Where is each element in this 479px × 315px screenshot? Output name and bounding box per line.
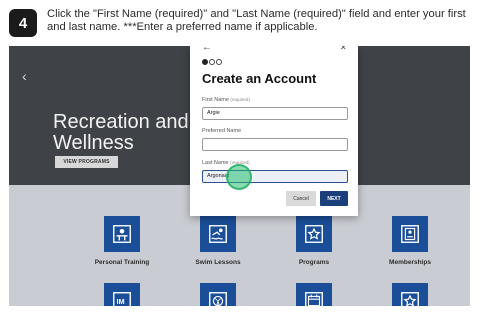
id-card-icon	[401, 225, 419, 243]
step-dot-active	[202, 59, 208, 65]
back-arrow-icon[interactable]: ←	[202, 46, 212, 53]
website-screenshot: ‹ Recreation and Wellness VIEW PROGRAMS …	[9, 46, 470, 306]
tile-label: Personal Training	[94, 259, 150, 266]
calendar-icon	[305, 292, 323, 306]
ball-icon	[209, 292, 227, 306]
svg-text:IM: IM	[117, 297, 125, 306]
last-name-label-text: Last Name	[202, 160, 229, 166]
click-highlight-marker	[226, 164, 252, 190]
hero-title: Recreation and Wellness	[53, 112, 189, 154]
required-hint: (required)	[230, 97, 250, 102]
hero-title-line2: Wellness	[53, 132, 134, 154]
instruction-bar: 4 Click the "First Name (required)" and …	[0, 0, 479, 46]
tile-label: Programs	[298, 259, 330, 266]
step-indicator	[202, 59, 222, 65]
step-dot	[216, 59, 222, 65]
last-name-input[interactable]: Argonaut	[202, 170, 348, 183]
create-account-modal: ← ✕ Create an Account First Name (requir…	[190, 46, 358, 216]
step-number-badge: 4	[9, 9, 37, 37]
tile-intramurals[interactable]: IM	[104, 283, 140, 306]
tile-swim-lessons[interactable]	[200, 216, 236, 252]
tile-label: Memberships	[389, 259, 431, 266]
tile-memberships[interactable]	[392, 216, 428, 252]
hero-title-line1: Recreation and	[53, 111, 189, 133]
im-icon: IM	[113, 292, 131, 306]
tile-programs[interactable]	[296, 216, 332, 252]
trainer-icon	[113, 225, 131, 243]
close-icon[interactable]: ✕	[340, 46, 347, 52]
tile-sports[interactable]	[200, 283, 236, 306]
step-dot	[209, 59, 215, 65]
first-name-label: First Name (required)	[202, 97, 250, 103]
tile-personal-training[interactable]	[104, 216, 140, 252]
preferred-name-label: Preferred Name	[202, 128, 242, 134]
next-button[interactable]: NEXT	[320, 191, 348, 206]
view-programs-button[interactable]: VIEW PROGRAMS	[55, 156, 118, 168]
modal-title: Create an Account	[202, 71, 317, 86]
tile-badge[interactable]	[392, 283, 428, 306]
preferred-name-input[interactable]	[202, 138, 348, 151]
tile-label: Swim Lessons	[195, 259, 241, 266]
tile-calendar[interactable]	[296, 283, 332, 306]
first-name-label-text: First Name	[202, 97, 229, 103]
carousel-prev-icon[interactable]: ‹	[22, 68, 27, 84]
instruction-text: Click the "First Name (required)" and "L…	[47, 8, 466, 33]
star-icon	[305, 225, 323, 243]
badge-icon	[401, 292, 419, 306]
swimmer-icon	[209, 225, 227, 243]
first-name-input[interactable]: Argie	[202, 107, 348, 120]
cancel-button[interactable]: Cancel	[286, 191, 316, 206]
